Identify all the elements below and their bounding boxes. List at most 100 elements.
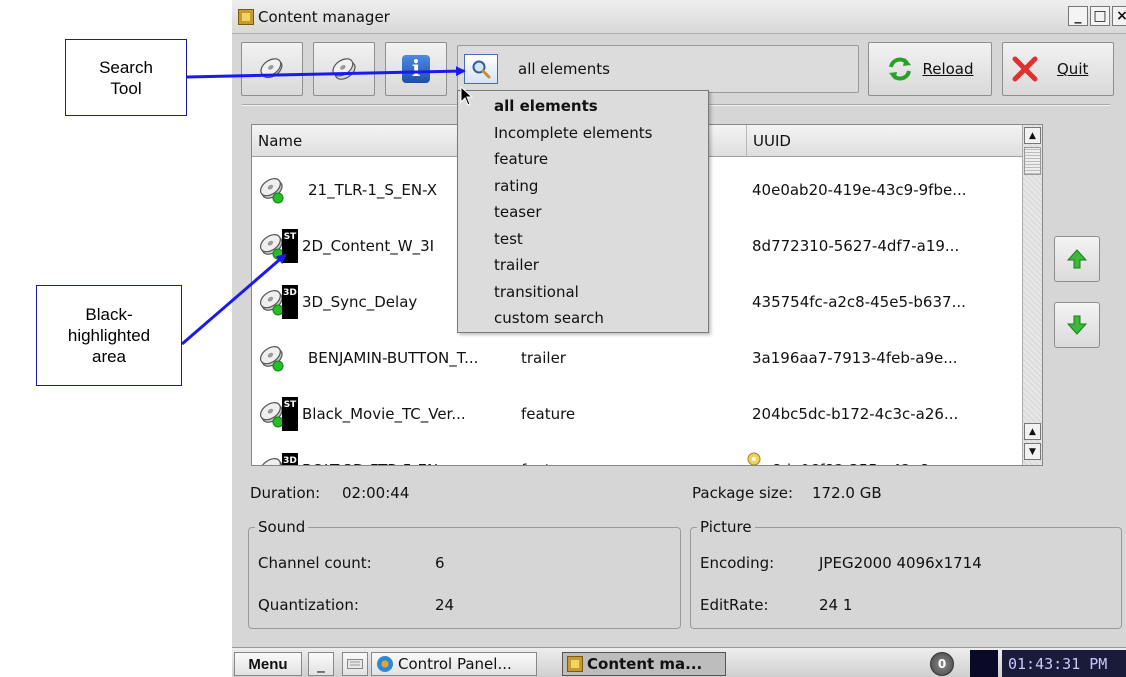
column-name-label: Name xyxy=(258,132,303,150)
taskbar-clock: 01:43:31 PM xyxy=(1002,650,1126,677)
scroll-up-arrow-bottom[interactable]: ▲ xyxy=(1024,423,1041,440)
show-desktop-button[interactable]: _ xyxy=(308,652,334,676)
dropdown-option[interactable]: transitional xyxy=(458,279,708,306)
disc-icon xyxy=(260,58,283,79)
power-indicator-icon[interactable]: 0 xyxy=(930,652,954,676)
keyboard-button[interactable] xyxy=(342,652,368,676)
mouse-cursor-icon xyxy=(460,86,474,106)
badge-label: ST xyxy=(283,232,297,242)
row-uuid: 8de06f82-355c-42a8... xyxy=(772,442,1017,465)
taskbar-content-manager[interactable]: Content ma... xyxy=(562,652,726,676)
reload-icon xyxy=(889,57,912,81)
window-controls: _ □ × xyxy=(1068,6,1126,26)
picture-group-title: Picture xyxy=(697,518,755,536)
title-bar: Content manager _ □ × xyxy=(232,0,1126,34)
picture-group: Picture Encoding: JPEG2000 4096x1714 Edi… xyxy=(690,518,1122,629)
column-header-uuid[interactable]: UUID xyxy=(747,125,1022,157)
window-title: Content manager xyxy=(258,7,390,26)
dropdown-option[interactable]: custom search xyxy=(458,305,708,332)
dropdown-option[interactable]: trailer xyxy=(458,252,708,279)
menu-button[interactable]: Menu xyxy=(234,652,302,676)
dropdown-option[interactable]: test xyxy=(458,226,708,253)
row-type: feature xyxy=(521,442,691,465)
show-desktop-label: _ xyxy=(317,655,325,673)
dropdown-option[interactable]: all elements xyxy=(458,93,708,120)
row-uuid: 204bc5dc-b172-4c3c-a26... xyxy=(752,405,959,423)
content-type-badge: 3D xyxy=(282,453,298,466)
content-type-badge: 3D xyxy=(282,285,298,319)
search-tool-callout-text: Search Tool xyxy=(99,57,153,98)
app-icon xyxy=(238,8,254,25)
sound-group-title: Sound xyxy=(255,518,309,536)
ingest-button[interactable] xyxy=(313,42,375,96)
content-manager-taskbar-icon xyxy=(567,656,583,672)
editrate-label: EditRate: xyxy=(700,596,769,614)
badge-label: ST xyxy=(283,400,297,410)
move-up-button[interactable] xyxy=(1054,236,1100,282)
row-uuid: 435754fc-a2c8-45e5-b637... xyxy=(752,293,966,311)
import-button[interactable] xyxy=(241,42,303,96)
badge-label: 3D xyxy=(283,456,297,466)
close-button[interactable]: × xyxy=(1112,6,1126,26)
table-row[interactable]: BENJAMIN-BUTTON_T... trailer 3a196aa7-7913… xyxy=(252,330,1022,386)
power-label: 0 xyxy=(937,657,947,671)
minimize-button[interactable]: _ xyxy=(1068,6,1088,26)
content-type-badge: ST xyxy=(282,397,298,431)
info-button[interactable]: i xyxy=(385,42,447,96)
dropdown-option[interactable]: Incomplete elements xyxy=(458,120,708,147)
channel-count-value: 6 xyxy=(435,554,445,572)
row-uuid: 3a196aa7-7913-4feb-a9e... xyxy=(752,349,958,367)
dropdown-option[interactable]: teaser xyxy=(458,199,708,226)
search-filter-value: all elements xyxy=(518,60,610,78)
encoding-value: JPEG2000 4096x1714 xyxy=(819,554,982,572)
content-disc-icon xyxy=(259,178,284,204)
quantization-label: Quantization: xyxy=(258,596,359,614)
dropdown-option[interactable]: rating xyxy=(458,173,708,200)
black-highlight-callout-text: Black- highlighted area xyxy=(67,305,151,366)
arrow-down-icon xyxy=(1066,315,1088,335)
key-icon xyxy=(747,452,761,465)
row-type: feature xyxy=(521,405,576,423)
sound-group: Sound Channel count: 6 Quantization: 24 xyxy=(248,518,681,629)
row-type: trailer xyxy=(521,349,566,367)
info-icon: i xyxy=(402,55,430,83)
reload-label: Reload xyxy=(922,60,974,78)
scroll-up-arrow[interactable]: ▲ xyxy=(1024,127,1041,144)
dropdown-option[interactable]: feature xyxy=(458,146,708,173)
table-row[interactable]: ST Black_Movie_TC_Ver... feature 204bc5dc-b… xyxy=(252,386,1022,442)
content-disc-icon xyxy=(259,346,284,372)
maximize-button[interactable]: □ xyxy=(1090,6,1110,26)
magnifier-icon xyxy=(472,60,491,79)
tray-dark-area xyxy=(970,650,998,677)
quit-x-icon xyxy=(1012,56,1038,82)
move-down-button[interactable] xyxy=(1054,302,1100,348)
duration-value: 02:00:44 xyxy=(342,484,410,502)
search-filter-dropdown[interactable]: all elements Incomplete elements feature ra… xyxy=(457,90,709,333)
duration-label: Duration: xyxy=(250,484,321,502)
disc-stack-icon xyxy=(332,58,356,80)
package-size-value: 172.0 GB xyxy=(812,484,882,502)
scroll-thumb[interactable] xyxy=(1024,147,1041,175)
control-panel-icon xyxy=(377,656,393,672)
quit-button[interactable]: Quit xyxy=(1002,42,1114,96)
reload-button[interactable]: Reload xyxy=(868,42,992,96)
encoding-label: Encoding: xyxy=(700,554,775,572)
column-uuid-label: UUID xyxy=(753,132,791,150)
search-tool[interactable]: all elements xyxy=(457,45,859,93)
scroll-down-arrow[interactable]: ▼ xyxy=(1024,443,1041,460)
control-panel-label: Control Panel... xyxy=(398,655,512,673)
channel-count-label: Channel count: xyxy=(258,554,372,572)
search-tool-callout: Search Tool xyxy=(65,39,187,116)
quit-label: Quit xyxy=(1057,60,1089,78)
badge-label: 3D xyxy=(283,288,297,298)
row-uuid: 8d772310-5627-4df7-a19... xyxy=(752,237,960,255)
search-button[interactable] xyxy=(464,54,498,84)
list-scrollbar[interactable]: ▲ ▲ ▼ xyxy=(1022,125,1042,465)
table-row[interactable]: 3D BOLT-3D-FTR-5-EN... feature 8de06f82-355… xyxy=(252,442,1022,466)
editrate-value: 24 1 xyxy=(819,596,853,614)
row-uuid: 40e0ab20-419e-43c9-9fbe... xyxy=(752,181,967,199)
row-name: BENJAMIN-BUTTON_T... xyxy=(308,349,479,367)
row-name: Black_Movie_TC_Ver... xyxy=(302,405,466,423)
taskbar-control-panel[interactable]: Control Panel... xyxy=(371,652,537,676)
arrow-up-icon xyxy=(1066,249,1088,269)
